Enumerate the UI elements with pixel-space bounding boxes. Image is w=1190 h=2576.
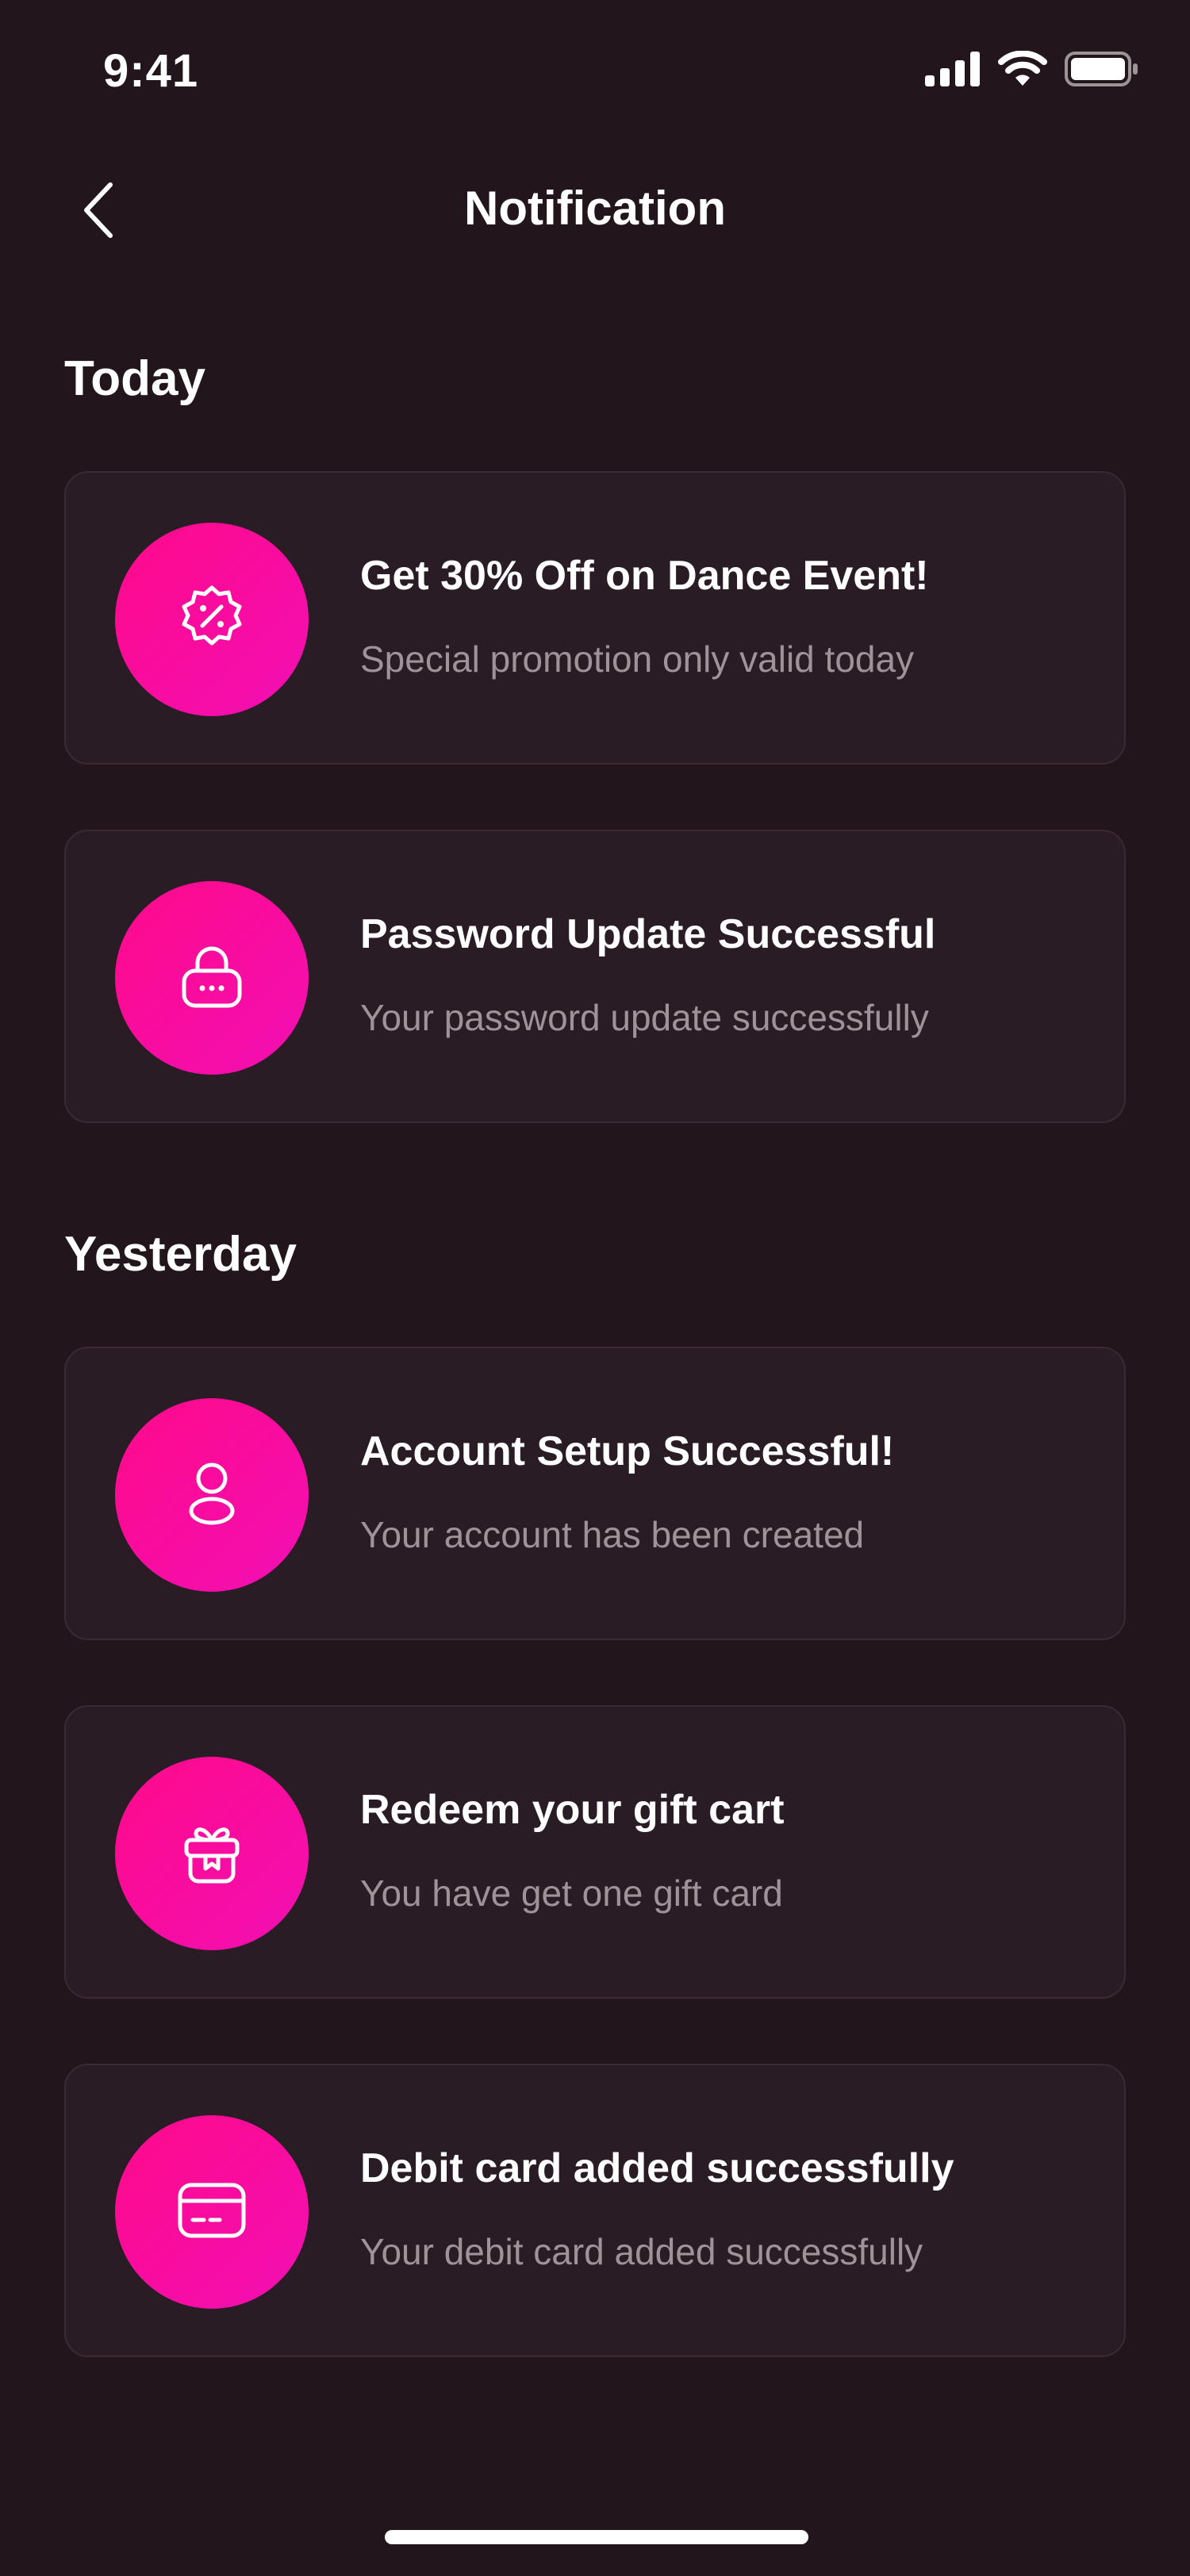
notification-icon-circle [115, 881, 309, 1075]
discount-badge-icon [177, 583, 247, 657]
notification-title: Debit card added successfully [360, 2145, 954, 2191]
status-bar: 9:41 [0, 0, 1190, 143]
status-icons [925, 50, 1139, 91]
notification-card-debit[interactable]: Debit card added successfully Your debit… [64, 2064, 1126, 2357]
credit-card-icon [175, 2179, 248, 2246]
notification-subtitle: Your debit card added successfully [360, 2231, 923, 2272]
notification-subtitle: Special promotion only valid today [360, 638, 915, 680]
notification-icon-circle [115, 1757, 309, 1950]
notification-title: Password Update Successful [360, 911, 936, 957]
notification-title: Account Setup Successful! [360, 1428, 895, 1474]
gift-icon [177, 1816, 247, 1892]
user-icon [180, 1458, 244, 1533]
battery-icon [1065, 51, 1139, 91]
notification-title: Get 30% Off on Dance Event! [360, 553, 929, 599]
page-title: Notification [464, 182, 726, 235]
section-heading-today: Today [64, 351, 205, 406]
home-indicator[interactable] [385, 2530, 808, 2544]
notification-card-account[interactable]: Account Setup Successful! Your account h… [64, 1347, 1126, 1640]
cellular-signal-icon [925, 52, 981, 90]
notification-subtitle: Your password update successfully [360, 997, 929, 1038]
status-time: 9:41 [103, 45, 199, 97]
notification-icon-circle [115, 523, 309, 716]
section-heading-yesterday: Yesterday [64, 1227, 297, 1282]
notification-title: Redeem your gift cart [360, 1787, 785, 1833]
lock-icon [176, 941, 248, 1016]
wifi-icon [998, 50, 1047, 91]
notification-card-discount[interactable]: Get 30% Off on Dance Event! Special prom… [64, 471, 1126, 765]
notification-card-password[interactable]: Password Update Successful Your password… [64, 830, 1126, 1123]
notification-subtitle: Your account has been created [360, 1514, 865, 1555]
notification-icon-circle [115, 2115, 309, 2309]
notification-subtitle: You have get one gift card [360, 1873, 783, 1914]
notification-icon-circle [115, 1398, 309, 1592]
notification-card-gift[interactable]: Redeem your gift cart You have get one g… [64, 1705, 1126, 1999]
